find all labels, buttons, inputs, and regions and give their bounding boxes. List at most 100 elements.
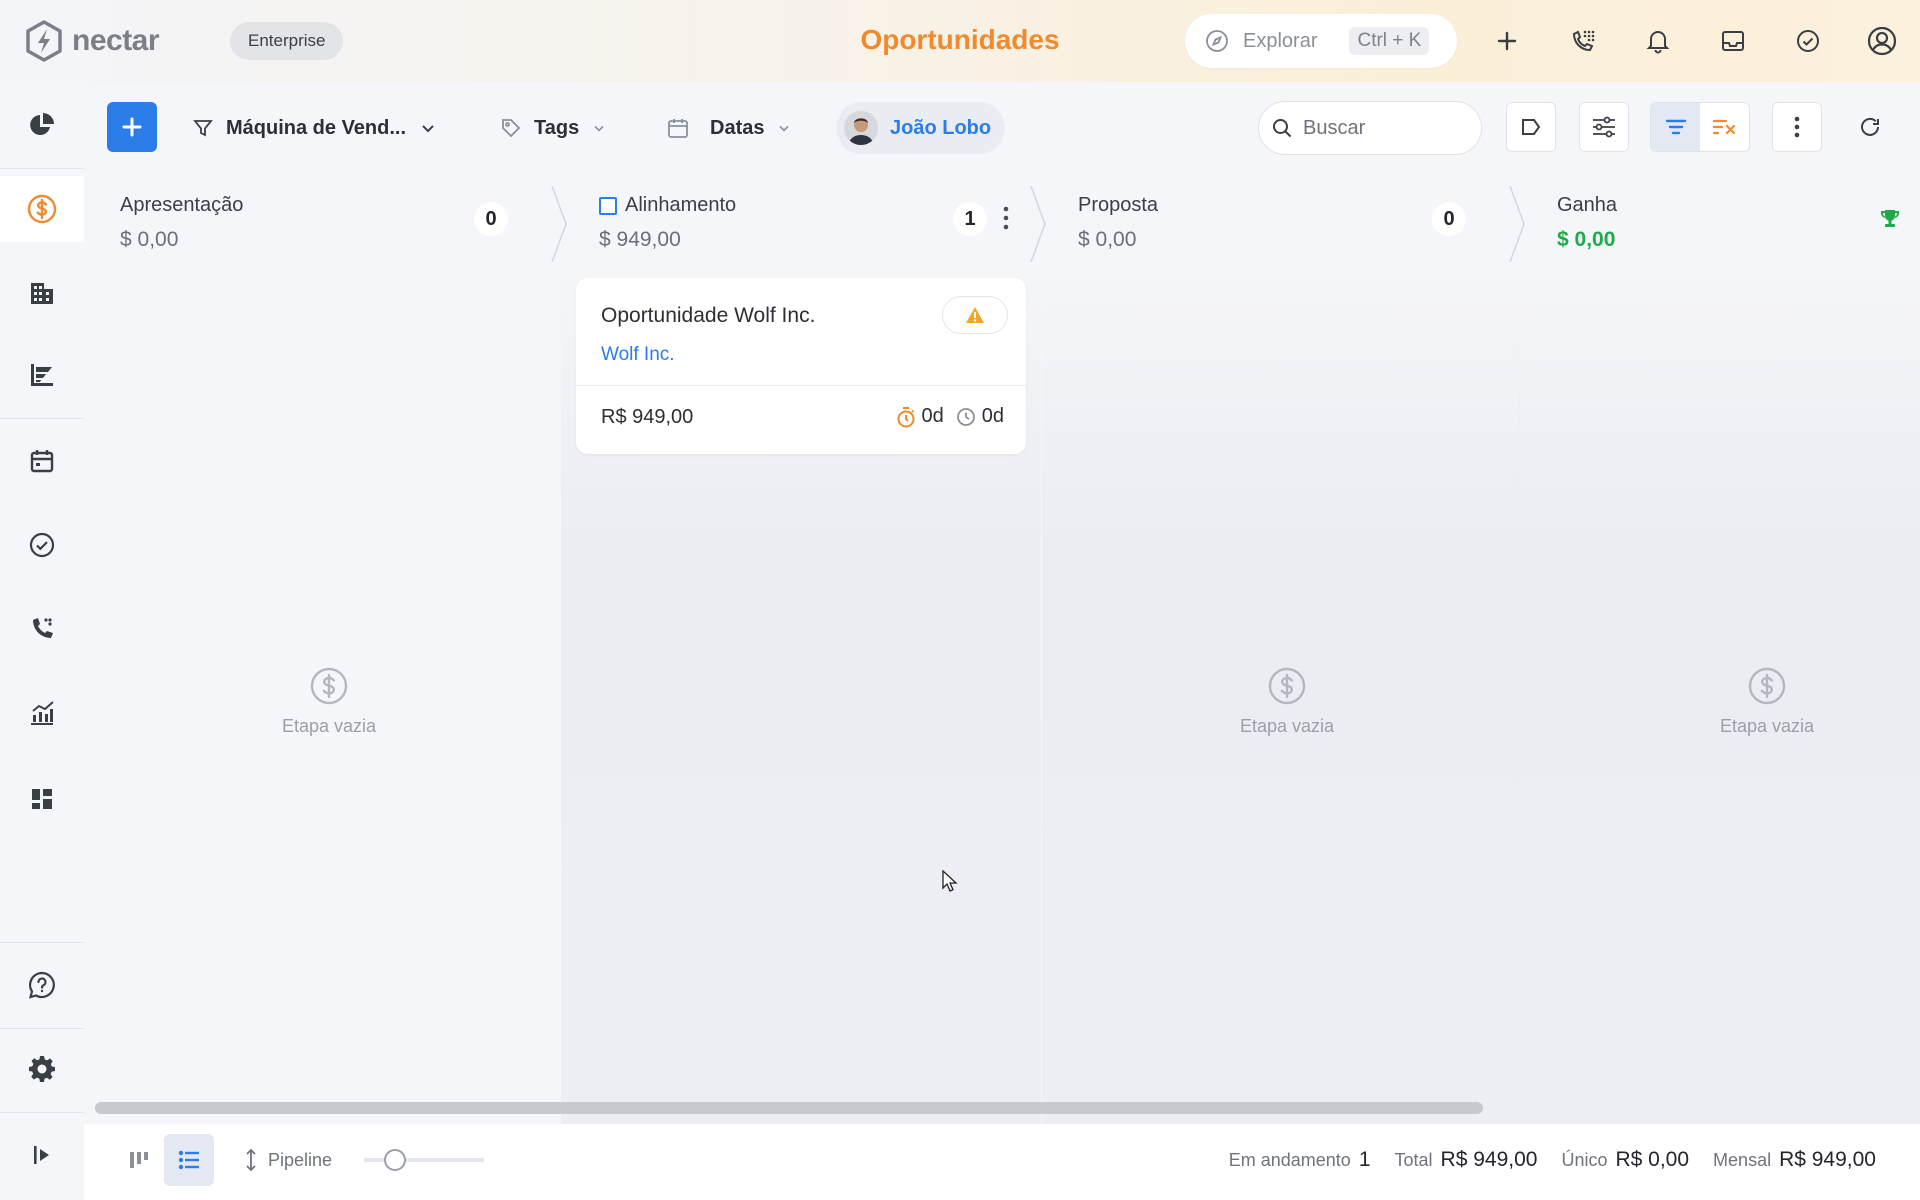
sliders-icon [1593, 116, 1615, 138]
top-bar: nectar Enterprise Oportunidades Explorar… [0, 0, 1920, 82]
clear-sort-icon [1712, 119, 1735, 135]
in-progress-value: 1 [1358, 1148, 1371, 1171]
logo[interactable]: nectar [24, 20, 160, 62]
sidebar-item-reports[interactable] [0, 680, 84, 746]
dashboard-tiles-icon [32, 789, 52, 809]
plus-icon [122, 117, 142, 137]
company-link[interactable]: Wolf Inc. [601, 344, 675, 366]
kanban-view-button[interactable] [114, 1134, 164, 1186]
sidebar-item-opportunities[interactable] [0, 176, 84, 242]
sort-toggle-group [1650, 102, 1750, 152]
calendar-icon [30, 450, 54, 473]
expand-sidebar-icon [34, 1146, 49, 1164]
stage-value: $ 0,00 [1557, 228, 1616, 251]
search-field[interactable] [1258, 101, 1482, 155]
sidebar-item-funnel[interactable] [0, 342, 84, 408]
user-circle-icon[interactable] [1861, 20, 1903, 62]
opportunity-times: 0d 0d [896, 405, 1004, 428]
empty-stage: Etapa vazia [1048, 666, 1526, 737]
empty-stage-label: Etapa vazia [1719, 716, 1815, 736]
sidebar-item-dashboard[interactable] [0, 92, 84, 158]
avatar [844, 111, 878, 145]
brand-name: nectar [72, 24, 160, 57]
explore-shortcut: Ctrl + K [1349, 27, 1430, 55]
empty-stage-label: Etapa vazia [1239, 716, 1335, 736]
sidebar-item-calls[interactable] [0, 596, 84, 662]
stage-column: Ganha $ 0,00 Etapa vazia [1519, 180, 1920, 1198]
zoom-slider[interactable] [364, 1149, 484, 1171]
opportunity-card[interactable]: Oportunidade Wolf Inc. Wolf Inc. R$ 949,… [576, 278, 1026, 454]
tag-icon [502, 119, 521, 138]
sort-button[interactable] [1651, 103, 1700, 151]
stage-name: Alinhamento [625, 194, 737, 216]
settings-sliders-button[interactable] [1579, 102, 1629, 152]
pipeline-height-toggle[interactable]: Pipeline [244, 1148, 332, 1172]
opportunity-amount: R$ 949,00 [601, 406, 694, 428]
funnel-chart-icon [31, 364, 53, 386]
stage-header: Ganha $ 0,00 [1527, 180, 1920, 270]
nectar-logo-icon [26, 20, 62, 62]
stage-column: Apresentação $ 0,00 0 Etapa vazia [90, 180, 568, 1028]
kanban-icon [130, 1152, 148, 1168]
sidebar-item-expand[interactable] [0, 1122, 84, 1188]
tags-filter-label: Tags [534, 116, 580, 139]
dollar-circle-icon [27, 194, 57, 224]
unique-label: Único [1561, 1150, 1608, 1170]
phone-dialpad-icon[interactable] [1562, 20, 1604, 62]
pipeline-selector[interactable]: Máquina de Vend... [192, 108, 438, 148]
label-view-button[interactable] [1506, 102, 1556, 152]
chevron-down-icon [594, 125, 604, 132]
warning-button[interactable] [942, 296, 1008, 334]
sidebar-item-companies[interactable] [0, 260, 84, 326]
sidebar-item-calendar[interactable] [0, 428, 84, 494]
stage-count: 1 [953, 202, 987, 236]
chevron-down-icon [422, 125, 434, 133]
stage-menu-icon[interactable] [1003, 206, 1009, 235]
stage-select-checkbox[interactable] [599, 196, 617, 215]
list-icon [178, 1150, 199, 1170]
stage-name: Ganha [1557, 194, 1618, 216]
sidebar-item-help[interactable] [0, 952, 84, 1018]
stage-name: Proposta [1078, 194, 1159, 216]
more-vertical-icon [1794, 116, 1800, 138]
stage-header: Alinhamento $ 949,00 1 [569, 180, 1047, 270]
pipeline-label: Pipeline [268, 1149, 333, 1170]
stage-header: Apresentação $ 0,00 0 [90, 180, 568, 270]
search-input[interactable] [1303, 116, 1463, 140]
empty-stage: Etapa vazia [1527, 666, 1920, 737]
list-view-button[interactable] [164, 1134, 214, 1186]
zoom-slider-handle[interactable] [384, 1149, 406, 1171]
chevron-down-icon [779, 125, 790, 132]
check-circle-icon [29, 532, 55, 558]
calendar-icon [668, 119, 688, 138]
sidebar-item-widgets[interactable] [0, 766, 84, 832]
tags-filter[interactable]: Tags [500, 108, 607, 148]
compass-icon [1206, 30, 1228, 52]
clock-icon [956, 407, 975, 426]
building-icon [31, 283, 53, 304]
sidebar-item-tasks[interactable] [0, 512, 84, 578]
stage-value: $ 0,00 [120, 228, 179, 251]
horizontal-scrollbar[interactable] [95, 1102, 1483, 1114]
empty-stage-label: Etapa vazia [281, 716, 377, 736]
pie-chart-icon [30, 113, 54, 135]
sidebar [0, 82, 84, 1200]
sidebar-item-settings[interactable] [0, 1036, 84, 1102]
bell-icon[interactable] [1637, 20, 1679, 62]
more-options-button[interactable] [1772, 102, 1822, 152]
explore-search[interactable]: Explorar Ctrl + K [1185, 14, 1457, 68]
owner-filter[interactable]: João Lobo [836, 102, 1006, 154]
add-opportunity-button[interactable] [107, 102, 157, 152]
clear-sort-button[interactable] [1700, 103, 1749, 151]
stage-column: Proposta $ 0,00 0 Etapa vazia [1042, 180, 1526, 1198]
dates-filter[interactable]: Datas [666, 108, 792, 148]
check-circle-icon[interactable] [1787, 20, 1829, 62]
totals-summary: Em andamento 1 Total R$ 949,00 Único R$ 0,0… [1229, 1148, 1876, 1172]
owner-name: João Lobo [890, 116, 992, 139]
inbox-icon[interactable] [1712, 20, 1754, 62]
stage-divider-chevron [1509, 185, 1525, 263]
clock-days: 0d [981, 405, 1004, 427]
plus-icon[interactable] [1486, 20, 1528, 62]
refresh-icon[interactable] [1849, 106, 1891, 148]
dollar-circle-icon [1268, 667, 1306, 705]
